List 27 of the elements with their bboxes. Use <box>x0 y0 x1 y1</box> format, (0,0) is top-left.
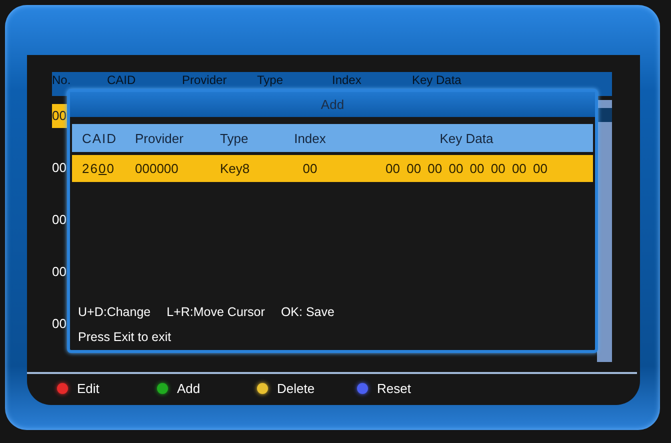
column-header: Key Data <box>412 73 462 87</box>
hint-text: U+D:Change <box>78 305 151 319</box>
column-header: Type <box>219 130 250 146</box>
caid-cell-text: 2600 <box>81 161 116 176</box>
column-header: Provider <box>134 130 184 146</box>
column-header: Key Data <box>438 130 494 146</box>
scrollbar[interactable] <box>597 100 612 362</box>
column-header: CAID <box>81 130 118 146</box>
index-cell-text: 00 <box>302 161 318 176</box>
column-header: No. <box>52 73 72 87</box>
hint-text: OK: Save <box>280 305 334 319</box>
entry-row[interactable]: 2600 000000 Key8 00 00 00 00 00 00 00 00 00 <box>72 155 593 182</box>
key-label: Add <box>177 381 200 396</box>
type-cell-text: Key8 <box>219 161 251 176</box>
dialog-title: Add <box>70 92 595 117</box>
column-header: Index <box>293 130 327 146</box>
column-header: Index <box>332 73 362 87</box>
key-data-cell-text: 00 00 00 00 00 00 00 00 <box>384 161 548 176</box>
key-label: Edit <box>77 381 100 396</box>
provider-cell-text: 000000 <box>134 161 180 176</box>
key-label: Delete <box>277 381 315 396</box>
key-label: Reset <box>377 381 411 396</box>
column-header: CAID <box>107 73 137 87</box>
hint-text: L+R:Move Cursor <box>166 305 265 319</box>
column-header: Type <box>257 73 284 87</box>
hint-text: Press Exit to exit <box>77 330 172 344</box>
column-header: Provider <box>182 73 228 87</box>
